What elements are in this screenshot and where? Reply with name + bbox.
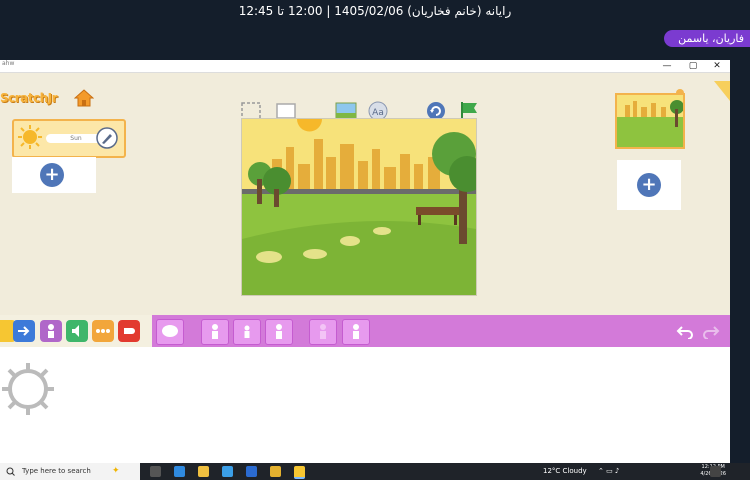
window-title: ahw xyxy=(2,60,15,67)
scratchjr-editor: ScratchJr Sun + Aa + xyxy=(0,73,730,315)
sun-sprite-icon xyxy=(18,125,42,149)
blocks-palette xyxy=(152,315,730,347)
paint-brush-icon[interactable] xyxy=(96,127,118,149)
store-icon[interactable] xyxy=(222,466,233,477)
person-icon xyxy=(48,324,54,338)
page-thumbnail-scene xyxy=(617,95,683,147)
app-window: ahw — ▢ ✕ ScratchJr Sun + Aa + xyxy=(0,60,730,463)
search-icon xyxy=(6,467,15,476)
home-icon[interactable] xyxy=(74,88,94,108)
corner-tab[interactable] xyxy=(714,81,730,101)
motion-category-button[interactable] xyxy=(13,320,35,342)
arrow-right-icon xyxy=(18,326,30,336)
sprite-gear-outline-icon xyxy=(2,363,54,415)
park-city-scene xyxy=(242,119,476,295)
scratchjr-logo: ScratchJr xyxy=(0,91,58,105)
stage[interactable] xyxy=(241,118,477,296)
undo-icon[interactable] xyxy=(676,323,694,339)
end-icon xyxy=(124,328,135,334)
say-block[interactable] xyxy=(156,319,184,345)
hide-block[interactable] xyxy=(309,319,337,345)
close-button[interactable]: ✕ xyxy=(708,60,726,72)
edge-icon[interactable] xyxy=(174,466,185,477)
mail-icon[interactable] xyxy=(246,466,257,477)
grow-block[interactable] xyxy=(201,319,229,345)
tray-icons[interactable]: ⌃ ▭ ♪ xyxy=(598,463,619,480)
user-name-badge[interactable]: فاریان، یاسمن xyxy=(664,30,750,47)
speech-bubble-icon xyxy=(162,325,178,337)
script-area[interactable] xyxy=(0,347,730,463)
looks-category-button[interactable] xyxy=(40,320,62,342)
minimize-button[interactable]: — xyxy=(658,60,676,72)
shrink-block[interactable] xyxy=(233,319,261,345)
sparkle-icon: ✦ xyxy=(112,466,120,476)
scratchjr-taskbar-icon[interactable] xyxy=(294,466,305,479)
file-explorer-icon[interactable] xyxy=(198,466,209,477)
speaker-icon xyxy=(72,325,79,337)
shrink-person-icon xyxy=(244,325,250,338)
sound-category-button[interactable] xyxy=(66,320,88,342)
sprite-card-sun[interactable]: Sun xyxy=(12,119,126,158)
show-person-icon xyxy=(353,324,359,339)
add-page-button[interactable]: + xyxy=(637,173,661,197)
redo-icon[interactable] xyxy=(702,323,720,339)
show-block[interactable] xyxy=(342,319,370,345)
session-header: رایانه (خانم فخاریان) 1405/02/06 | 12:00… xyxy=(0,0,750,60)
windows-taskbar: Type here to search ✦ 12°C Cloudy ⌃ ▭ ♪ … xyxy=(0,463,750,480)
dots-icon xyxy=(96,329,110,333)
chrome-icon[interactable] xyxy=(270,466,281,477)
reset-size-person-icon xyxy=(276,324,282,339)
page-thumbnail-1[interactable] xyxy=(615,93,685,149)
search-placeholder: Type here to search xyxy=(22,467,91,475)
add-sprite-area: + xyxy=(12,157,96,193)
reset-size-block[interactable] xyxy=(265,319,293,345)
svg-text:Aa: Aa xyxy=(372,108,384,118)
maximize-button[interactable]: ▢ xyxy=(684,60,702,72)
add-page-area: + xyxy=(617,160,681,210)
window-titlebar: ahw — ▢ ✕ xyxy=(0,60,730,73)
task-view-icon[interactable] xyxy=(150,466,161,477)
grow-person-icon xyxy=(212,324,218,339)
taskbar-search[interactable]: Type here to search ✦ xyxy=(0,463,140,480)
end-category-button[interactable] xyxy=(118,320,140,342)
right-background xyxy=(730,60,750,463)
notifications-icon[interactable] xyxy=(710,466,721,477)
add-sprite-button[interactable]: + xyxy=(40,163,64,187)
weather-status[interactable]: 12°C Cloudy xyxy=(543,463,587,480)
session-title: رایانه (خانم فخاریان) 1405/02/06 | 12:00… xyxy=(238,4,512,18)
hide-person-icon xyxy=(320,324,326,339)
control-category-button[interactable] xyxy=(92,320,114,342)
